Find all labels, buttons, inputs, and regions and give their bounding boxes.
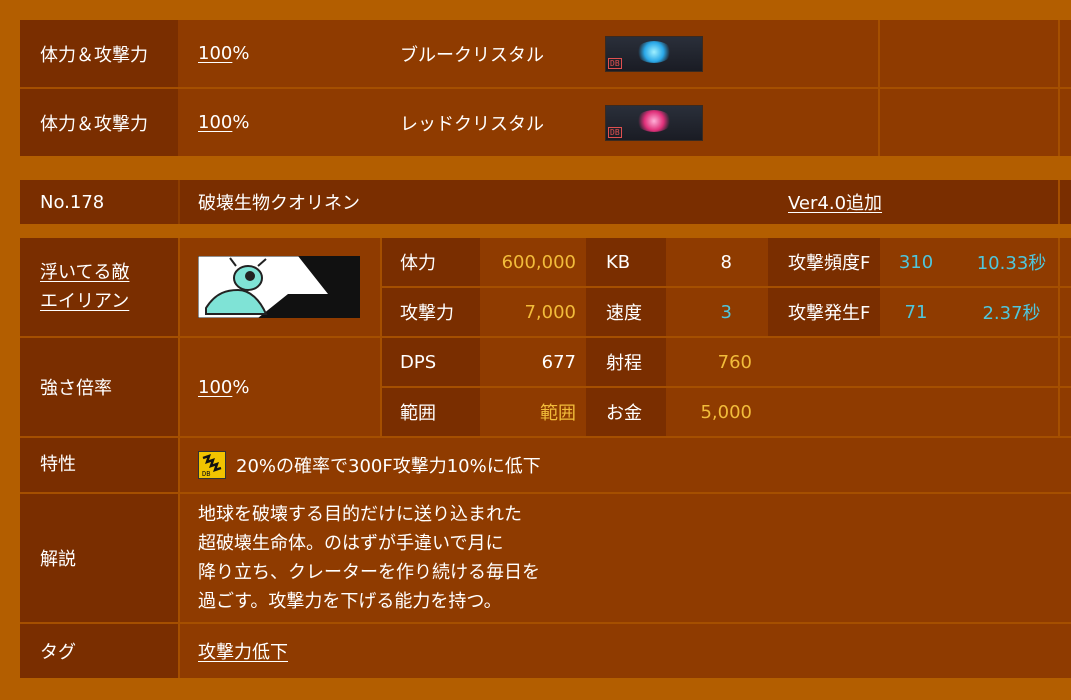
area-label: 範囲 xyxy=(380,388,480,436)
blue-crystal-icon: DB xyxy=(605,35,703,72)
attack-down-icon: DB xyxy=(198,451,226,479)
hp-label: 体力 xyxy=(380,238,480,286)
speed-label: 速度 xyxy=(586,288,666,336)
attack-occurrence-frames: 71 xyxy=(880,288,952,336)
dps-value: 677 xyxy=(480,338,586,386)
description-line-3: 降り立ち、クレーターを作り続ける毎日を xyxy=(198,562,540,583)
strength-link[interactable]: 100 xyxy=(198,377,232,398)
version-link[interactable]: Ver4.0追加 xyxy=(788,189,882,215)
crystal-1-unit: % xyxy=(232,43,250,64)
crystal-2-percent-link[interactable]: 100 xyxy=(198,112,232,133)
dps-label: DPS xyxy=(380,338,480,386)
empty-cell-1 xyxy=(768,338,1071,386)
range-value: 760 xyxy=(666,338,768,386)
strength-label: 強さ倍率 xyxy=(20,338,178,436)
crystal-table: 体力＆攻撃力 100 % ブルークリスタル DB 体力＆攻撃力 100 % レッ… xyxy=(20,20,1071,156)
ability-text: 20%の確率で300F攻撃力10%に低下 xyxy=(236,456,541,477)
money-value: 5,000 xyxy=(666,388,768,436)
attack-value: 7,000 xyxy=(480,288,586,336)
enemy-name: 破壊生物クオリネン xyxy=(178,180,768,224)
attack-frequency-label: 攻撃頻度F xyxy=(768,238,880,286)
red-crystal-icon: DB xyxy=(605,104,703,141)
crystal-row-2-label: 体力＆攻撃力 xyxy=(20,89,178,156)
trait-alien-link[interactable]: エイリアン xyxy=(40,287,129,316)
enemy-header-row: No.178 破壊生物クオリネン Ver4.0追加 xyxy=(20,180,1071,224)
enemy-portrait xyxy=(198,256,360,318)
enemy-number: No.178 xyxy=(20,180,178,224)
attack-occurrence-seconds: 2.37秒 xyxy=(952,288,1071,336)
ability-label: 特性 xyxy=(20,438,178,492)
empty-cell-2 xyxy=(768,388,1071,436)
tag-label: タグ xyxy=(20,624,178,678)
attack-frequency-seconds: 10.33秒 xyxy=(952,238,1071,286)
description-line-4: 過ごす。攻撃力を下げる能力を持つ。 xyxy=(198,591,502,612)
traits-cell: 浮いてる敵 エイリアン xyxy=(20,238,178,336)
attack-frequency-frames: 310 xyxy=(880,238,952,286)
crystal-1-percent-link[interactable]: 100 xyxy=(198,43,232,64)
tag-attack-down-link[interactable]: 攻撃力低下 xyxy=(198,638,288,664)
trait-floating-link[interactable]: 浮いてる敵 xyxy=(40,258,129,287)
crystal-1-image: DB xyxy=(605,20,705,87)
crystal-2-image: DB xyxy=(605,89,705,156)
money-label: お金 xyxy=(586,388,666,436)
tag-cell: 攻撃力低下 xyxy=(178,624,1071,678)
strength-cell: 100 % xyxy=(178,338,380,436)
description-line-2: 超破壊生命体。のはずが手違いで月に xyxy=(198,533,504,554)
description-label: 解説 xyxy=(20,494,178,622)
strength-unit: % xyxy=(232,376,250,398)
kb-label: KB xyxy=(586,238,666,286)
range-label: 射程 xyxy=(586,338,666,386)
version-cell: Ver4.0追加 xyxy=(768,180,1071,224)
crystal-2-name: レッドクリスタル xyxy=(400,113,544,135)
kb-value: 8 xyxy=(666,238,768,286)
attack-occurrence-label: 攻撃発生F xyxy=(768,288,880,336)
hp-value: 600,000 xyxy=(480,238,586,286)
description-line-1: 地球を破壊する目的だけに送り込まれた xyxy=(198,504,522,525)
enemy-image-cell xyxy=(178,238,380,336)
attack-label: 攻撃力 xyxy=(380,288,480,336)
area-value: 範囲 xyxy=(480,388,586,436)
svg-text:DB: DB xyxy=(202,470,210,478)
ability-cell: DB 20%の確率で300F攻撃力10%に低下 xyxy=(178,438,1071,492)
crystal-row-1-label: 体力＆攻撃力 xyxy=(20,20,178,87)
enemy-stats-table: 浮いてる敵 エイリアン 体力 600,000 KB 8 攻撃頻度F 310 10… xyxy=(20,238,1071,678)
speed-value: 3 xyxy=(666,288,768,336)
crystal-1-name: ブルークリスタル xyxy=(400,44,544,66)
description-cell: 地球を破壊する目的だけに送り込まれた 超破壊生命体。のはずが手違いで月に 降り立… xyxy=(178,494,1071,622)
crystal-2-unit: % xyxy=(232,112,250,133)
